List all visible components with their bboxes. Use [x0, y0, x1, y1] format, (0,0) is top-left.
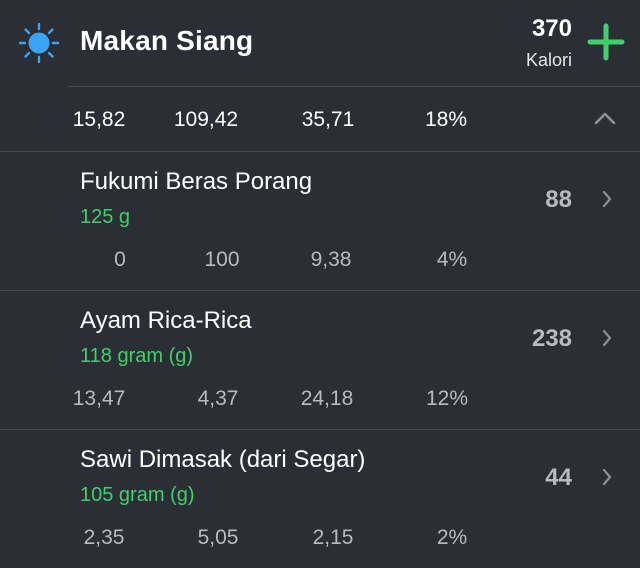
meal-header: Makan Siang 370 Kalori [0, 0, 640, 86]
food-name: Ayam Rica-Rica [80, 307, 252, 334]
food-calories: 238 [531, 325, 572, 352]
summary-value: 15,82 [72, 108, 126, 131]
food-value: 13,47 [72, 387, 126, 410]
food-value: 4,37 [197, 387, 239, 410]
food-calories: 88 [545, 186, 572, 213]
chevron-right-icon [602, 468, 612, 486]
food-value: 100 [204, 248, 240, 271]
meal-calories: 370 [531, 15, 572, 42]
summary-value: 109,42 [173, 108, 239, 131]
sun-icon [18, 22, 60, 64]
food-item[interactable]: Fukumi Beras Porang 125 g 88 0 100 9,38 … [0, 152, 640, 290]
food-value: 2,35 [83, 526, 125, 549]
chevron-up-icon[interactable] [594, 111, 616, 125]
food-portion: 118 gram (g) [80, 345, 194, 367]
food-portion: 125 g [80, 206, 131, 228]
chevron-right-icon [602, 329, 612, 347]
food-name: Sawi Dimasak (dari Segar) [80, 446, 366, 473]
food-name: Fukumi Beras Porang [80, 168, 313, 195]
chevron-right-icon [602, 190, 612, 208]
food-portion: 105 gram (g) [80, 484, 195, 506]
food-value: 24,18 [300, 387, 354, 410]
add-food-button[interactable] [586, 22, 626, 62]
meal-title: Makan Siang [80, 25, 254, 56]
food-value: 9,38 [310, 248, 352, 271]
food-item[interactable]: Sawi Dimasak (dari Segar) 105 gram (g) 4… [0, 430, 640, 568]
food-value: 12% [425, 387, 469, 410]
food-item[interactable]: Ayam Rica-Rica 118 gram (g) 238 13,47 4,… [0, 291, 640, 429]
food-value: 2,15 [312, 526, 354, 549]
calories-unit-label: Kalori [525, 50, 572, 70]
food-calories: 44 [545, 464, 572, 491]
food-value: 2% [436, 526, 468, 549]
meal-summary-row[interactable]: 15,82 109,42 35,71 18% [0, 87, 640, 151]
summary-value: 18% [424, 108, 468, 131]
summary-value: 35,71 [301, 108, 355, 131]
food-value: 5,05 [197, 526, 239, 549]
food-value: 4% [436, 248, 468, 271]
